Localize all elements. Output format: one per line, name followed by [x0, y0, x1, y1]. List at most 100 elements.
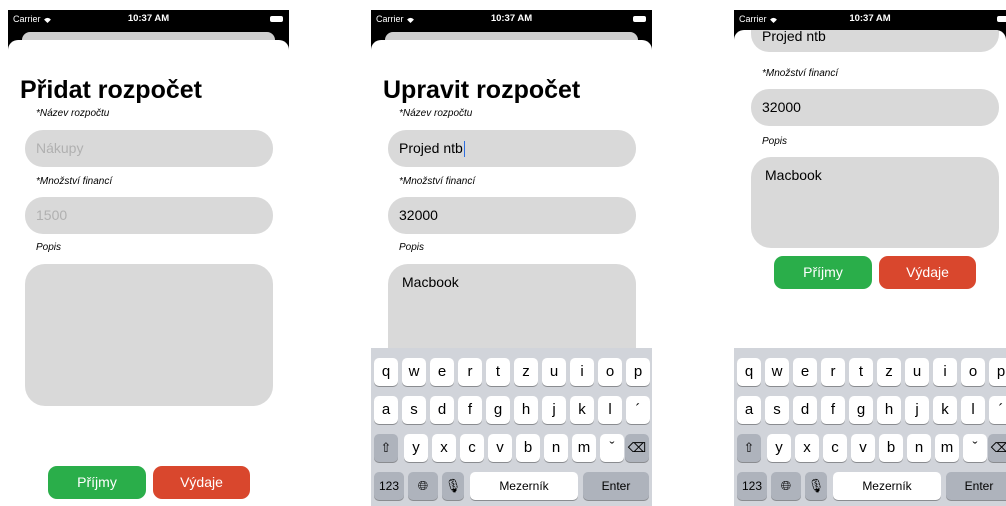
key-y[interactable]: y — [404, 434, 428, 462]
key-j[interactable]: j — [542, 396, 566, 424]
key-´[interactable]: ´ — [989, 396, 1006, 424]
budget-name-input[interactable]: Projed ntb — [751, 30, 999, 52]
delete-icon[interactable]: ⌫ — [988, 434, 1006, 462]
key-d[interactable]: d — [793, 396, 817, 424]
amount-label: *Množství financí — [399, 176, 476, 187]
key-b[interactable]: b — [879, 434, 903, 462]
key-q[interactable]: q — [374, 358, 398, 386]
key-y[interactable]: y — [767, 434, 791, 462]
key-l[interactable]: l — [961, 396, 985, 424]
numbers-key[interactable]: 123 — [737, 472, 767, 500]
key-r[interactable]: r — [458, 358, 482, 386]
key-b[interactable]: b — [516, 434, 540, 462]
key-t[interactable]: t — [849, 358, 873, 386]
phone-screen-add-budget: Carrier 10:37 AM Přidat rozpočet *Název … — [8, 10, 289, 506]
key-m[interactable]: m — [935, 434, 959, 462]
key-g[interactable]: g — [849, 396, 873, 424]
income-button[interactable]: Příjmy — [48, 466, 146, 499]
status-bar: Carrier 10:37 AM — [734, 10, 1006, 30]
key-v[interactable]: v — [851, 434, 875, 462]
key-j[interactable]: j — [905, 396, 929, 424]
key-e[interactable]: e — [793, 358, 817, 386]
key-h[interactable]: h — [514, 396, 538, 424]
microphone-icon[interactable]: 🎙︎ — [805, 472, 827, 500]
key-o[interactable]: o — [961, 358, 985, 386]
key-z[interactable]: z — [877, 358, 901, 386]
description-label: Popis — [762, 136, 788, 147]
key-d[interactable]: d — [430, 396, 454, 424]
key-s[interactable]: s — [402, 396, 426, 424]
enter-key[interactable]: Enter — [583, 472, 649, 500]
key-m[interactable]: m — [572, 434, 596, 462]
key-e[interactable]: e — [430, 358, 454, 386]
key-o[interactable]: o — [598, 358, 622, 386]
key-s[interactable]: s — [765, 396, 789, 424]
phone-screen-edit-budget-scrolled: Carrier 10:37 AM Projed ntb *Množství fi… — [734, 10, 1006, 506]
battery-icon — [997, 16, 1006, 22]
status-bar: Carrier 10:37 AM — [8, 10, 289, 30]
key-c[interactable]: c — [460, 434, 484, 462]
expense-button[interactable]: Výdaje — [153, 466, 250, 499]
enter-key[interactable]: Enter — [946, 472, 1006, 500]
microphone-icon[interactable]: 🎙︎ — [442, 472, 464, 500]
status-time: 10:37 AM — [849, 13, 891, 24]
description-textarea[interactable]: Macbook — [751, 157, 999, 248]
key-a[interactable]: a — [737, 396, 761, 424]
space-key[interactable]: Mezerník — [470, 472, 578, 500]
budget-name-value: Projed ntb — [399, 140, 463, 156]
amount-input[interactable]: 32000 — [751, 89, 999, 126]
income-button[interactable]: Příjmy — [774, 256, 872, 289]
key-w[interactable]: w — [402, 358, 426, 386]
shift-icon[interactable]: ⇧ — [737, 434, 761, 462]
key-n[interactable]: n — [907, 434, 931, 462]
key-t[interactable]: t — [486, 358, 510, 386]
key-k[interactable]: k — [933, 396, 957, 424]
key-´[interactable]: ´ — [626, 396, 650, 424]
keyboard: qwertzuiop a s d f g h j k l ´ ⇧ ⌫ yxcvbnmˇ 123 🌐… — [371, 348, 652, 506]
budget-name-input[interactable]: Projed ntb — [388, 130, 636, 167]
key-u[interactable]: u — [905, 358, 929, 386]
shift-icon[interactable]: ⇧ — [374, 434, 398, 462]
key-q[interactable]: q — [737, 358, 761, 386]
description-textarea[interactable] — [25, 264, 273, 406]
key-l[interactable]: l — [598, 396, 622, 424]
page-title: Upravit rozpočet — [383, 76, 581, 104]
key-f[interactable]: f — [458, 396, 482, 424]
key-n[interactable]: n — [544, 434, 568, 462]
key-z[interactable]: z — [514, 358, 538, 386]
status-time: 10:37 AM — [490, 13, 533, 24]
amount-input[interactable]: 1500 — [25, 197, 273, 234]
expense-button[interactable]: Výdaje — [879, 256, 976, 289]
key-k[interactable]: k — [570, 396, 594, 424]
key-x[interactable]: x — [795, 434, 819, 462]
amount-input[interactable]: 32000 — [388, 197, 636, 234]
delete-icon[interactable]: ⌫ — [625, 434, 649, 462]
key-g[interactable]: g — [486, 396, 510, 424]
key-w[interactable]: w — [765, 358, 789, 386]
key-u[interactable]: u — [542, 358, 566, 386]
key-f[interactable]: f — [821, 396, 845, 424]
key-c[interactable]: c — [823, 434, 847, 462]
key-a[interactable]: a — [374, 396, 398, 424]
key-p[interactable]: p — [626, 358, 650, 386]
key-r[interactable]: r — [821, 358, 845, 386]
status-time: 10:37 AM — [127, 13, 170, 24]
amount-label: *Množství financí — [762, 68, 839, 79]
key-p[interactable]: p — [989, 358, 1006, 386]
budget-name-label: *Název rozpočtu — [399, 108, 473, 119]
key-i[interactable]: i — [570, 358, 594, 386]
key-v[interactable]: v — [488, 434, 512, 462]
key-h[interactable]: h — [877, 396, 901, 424]
key-x[interactable]: x — [432, 434, 456, 462]
globe-icon[interactable]: 🌐︎ — [408, 472, 438, 500]
key-ˇ[interactable]: ˇ — [963, 434, 987, 462]
battery-icon — [270, 16, 283, 22]
globe-icon[interactable]: 🌐︎ — [771, 472, 801, 500]
phone-screen-edit-budget: Carrier 10:37 AM Upravit rozpočet *Název… — [371, 10, 652, 506]
space-key[interactable]: Mezerník — [833, 472, 941, 500]
key-i[interactable]: i — [933, 358, 957, 386]
numbers-key[interactable]: 123 — [374, 472, 404, 500]
keyboard: qwertzuiop a s d f g h j k l ´ ⇧ ⌫ yxcvbnmˇ 123 🌐… — [734, 348, 1006, 506]
budget-name-input[interactable]: Nákupy — [25, 130, 273, 167]
key-ˇ[interactable]: ˇ — [600, 434, 624, 462]
